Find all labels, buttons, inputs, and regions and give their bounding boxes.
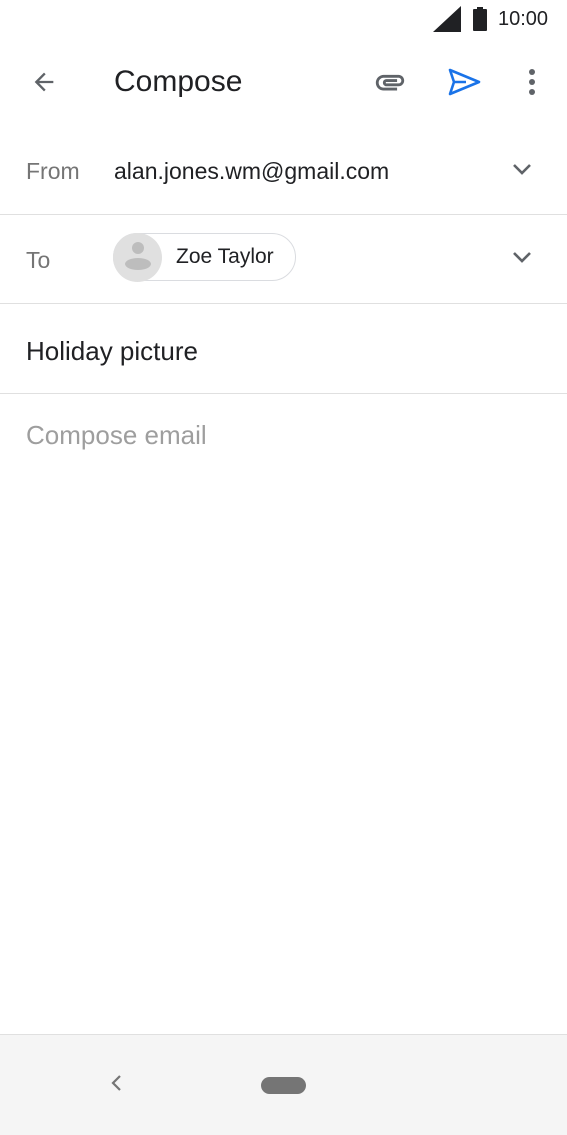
from-row[interactable]: From alan.jones.wm@gmail.com	[0, 128, 567, 215]
avatar	[113, 232, 162, 282]
system-nav-bar	[0, 1034, 567, 1135]
more-options-button[interactable]	[508, 60, 556, 108]
battery-icon	[473, 7, 487, 36]
home-pill-icon[interactable]	[261, 1077, 306, 1094]
from-address[interactable]: alan.jones.wm@gmail.com	[114, 158, 389, 185]
subject-field[interactable]: Holiday picture	[26, 336, 198, 367]
status-time: 10:00	[498, 8, 549, 30]
paperclip-icon	[373, 65, 407, 104]
arrow-back-icon	[30, 68, 58, 101]
from-label: From	[26, 158, 80, 184]
back-button[interactable]	[20, 60, 68, 108]
nav-back-icon	[110, 1074, 122, 1097]
person-icon	[123, 239, 153, 276]
send-icon	[448, 67, 482, 102]
to-row[interactable]: To Zoe Taylor	[0, 215, 567, 304]
send-button[interactable]	[441, 60, 489, 108]
page-title: Compose	[114, 65, 243, 98]
app-bar: Compose	[0, 40, 567, 128]
recipient-chip[interactable]: Zoe Taylor	[113, 232, 296, 282]
chevron-down-icon	[512, 162, 532, 180]
compose-body-field[interactable]: Compose email	[26, 420, 541, 1020]
cell-signal-icon	[433, 6, 461, 37]
nav-back-button[interactable]	[92, 1061, 140, 1109]
to-label: To	[26, 247, 51, 273]
from-expand-button[interactable]	[498, 147, 546, 195]
to-expand-button[interactable]	[498, 235, 546, 283]
status-bar: 10:00	[0, 0, 567, 40]
attach-button[interactable]	[366, 60, 414, 108]
recipient-name: Zoe Taylor	[176, 245, 274, 268]
subject-row[interactable]: Holiday picture	[0, 304, 567, 394]
chevron-down-icon	[512, 250, 532, 268]
more-vert-icon	[528, 68, 536, 101]
